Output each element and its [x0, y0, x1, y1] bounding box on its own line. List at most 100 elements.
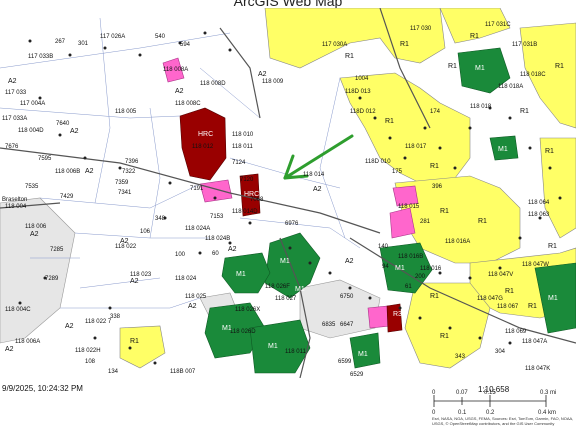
map-label: 117 004A — [20, 101, 45, 107]
map-label: 117 030A — [322, 42, 347, 48]
zone-label: A2 — [8, 78, 17, 85]
map-label: 118 008C — [175, 101, 201, 107]
map-label: 200 — [415, 274, 426, 280]
map-label: 7359 — [115, 180, 129, 186]
map-label: 118 024B — [205, 236, 230, 242]
map-label: 118 008D — [200, 81, 226, 87]
map-label: 134 — [108, 369, 119, 375]
map-label: 7640 — [56, 121, 70, 127]
map-label: 118 026X — [235, 307, 260, 313]
map-label: 118 016B — [398, 254, 423, 260]
zone-label: R1 — [430, 293, 439, 300]
scale-mi-2: 0.15 — [484, 390, 496, 396]
map-footer: 9/9/2025, 10:24:32 PM 1:10,658 0 0.07 0.… — [0, 378, 576, 432]
zone-label: A2 — [30, 231, 39, 238]
map-label: 117 031B — [512, 42, 537, 48]
map-label: 118 027 — [275, 296, 297, 302]
map-label: 7396 — [125, 159, 139, 165]
print-date: 9/9/2025, 10:24:32 PM — [2, 384, 83, 393]
map-label: 118 004C — [5, 307, 31, 313]
zone-label: R1 — [448, 63, 457, 70]
map-label: 118 016A — [445, 239, 470, 245]
map-label: 175 — [392, 169, 403, 175]
map-label: 7322 — [122, 169, 136, 175]
map-label: 118 008A — [163, 67, 188, 73]
map-label: 118D 010 — [365, 159, 391, 165]
map-label: 118 018C — [520, 72, 546, 78]
map-label: 118D 013 — [345, 89, 371, 95]
map-label: 7124 — [232, 160, 246, 166]
map-canvas[interactable]: 117 033B 117 026A 301 267 540 594 117 03… — [0, 8, 576, 378]
map-label: 7676 — [5, 144, 19, 150]
map-label: 60 — [212, 251, 219, 257]
map-label: 118 012 — [192, 144, 214, 150]
map-label: 281 — [420, 219, 431, 225]
map-label: 118 064 — [528, 200, 550, 206]
code-label: M1 — [280, 258, 290, 265]
code-label: M1 — [548, 295, 558, 302]
map-label: 7341 — [118, 190, 132, 196]
map-label: 118 005 — [115, 109, 137, 115]
map-label: 118 011 — [232, 144, 253, 150]
map-label: 118 047V — [488, 272, 513, 278]
map-label: 118 011 — [285, 349, 306, 355]
map-label: 118 022 7 — [85, 319, 112, 325]
map-label: 6976 — [285, 221, 299, 227]
map-label: 117 030 — [410, 26, 432, 32]
map-label: 118 026F — [265, 284, 290, 290]
zone-label: R1 — [440, 333, 449, 340]
map-label: 396 — [432, 184, 443, 190]
map-label: 118 018 — [470, 104, 492, 110]
map-label: 118 047W — [522, 262, 549, 268]
zone-label: A2 — [120, 238, 129, 245]
map-label: 118 022H — [75, 348, 101, 354]
zone-label: A2 — [5, 346, 14, 353]
zone-label: R1 — [520, 108, 529, 115]
map-label: 118D 012 — [350, 109, 376, 115]
map-label: 267 — [55, 39, 66, 45]
zone-label: R1 — [545, 148, 554, 155]
map-label: 118 047A — [522, 339, 547, 345]
map-label: 118 047G — [477, 296, 503, 302]
map-label: 343 — [455, 354, 466, 360]
zone-label: A2 — [175, 88, 184, 95]
zone-label: R1 — [555, 63, 564, 70]
map-label: 118 010 — [232, 132, 254, 138]
code-label: M1 — [475, 65, 485, 72]
map-label: 118 006A — [15, 339, 40, 345]
map-label: 301 — [78, 41, 89, 47]
code-label: HRC — [244, 191, 259, 198]
map-label: 117 026A — [100, 34, 125, 40]
map-label: 7120 — [240, 177, 254, 183]
map-label: 118B 007 — [170, 369, 196, 375]
map-label: 118 018A — [498, 84, 523, 90]
zone-label: R1 — [548, 243, 557, 250]
zone-label: A2 — [228, 246, 237, 253]
map-credits: Esri, NASA, NGA, USGS, FEMA, Sources: Es… — [432, 416, 574, 426]
zone-label: R1 — [470, 33, 479, 40]
map-label: 118 006 — [25, 224, 47, 230]
scale-bar: 0 0.07 0.15 0.3 mi 0 0.1 0.2 0.4 km — [432, 390, 556, 416]
map-label: 118 026D — [230, 329, 256, 335]
map-label: 348 — [155, 216, 166, 222]
map-label: 118 067 — [497, 304, 519, 310]
code-label: HRC — [198, 131, 213, 138]
map-label: 7285 — [50, 247, 64, 253]
map-label: 118 047K — [525, 366, 550, 372]
code-label: M1 — [295, 286, 305, 293]
map-label: 118 024 — [175, 276, 197, 282]
zone-label: A2 — [70, 128, 79, 135]
zone-label: R1 — [528, 303, 537, 310]
zone-label: R1 — [345, 53, 354, 60]
map-label: 6750 — [340, 294, 354, 300]
map-label: 117 033A — [2, 116, 27, 122]
zone-label: R1 — [130, 338, 139, 345]
map-label: 118 014 — [303, 172, 325, 178]
map-label: 100 — [175, 252, 186, 258]
map-label: 338 — [110, 314, 121, 320]
map-label: 118 024A — [185, 226, 210, 232]
map-label: 1004 — [355, 76, 369, 82]
code-label: M1 — [358, 351, 368, 358]
map-label: 304 — [495, 349, 506, 355]
map-label: 118 004D — [18, 128, 44, 134]
